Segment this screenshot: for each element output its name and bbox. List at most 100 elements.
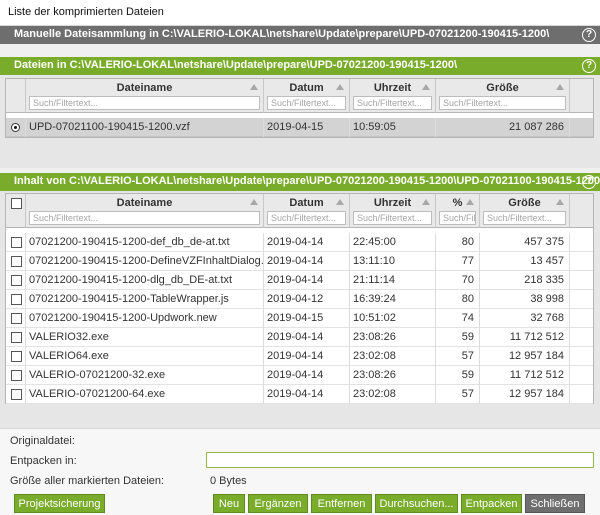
sort-arrow-icon[interactable]: [250, 84, 258, 90]
filter-input-time[interactable]: Such/Filtertext...: [353, 211, 432, 225]
cell-filename: VALERIO32.exe: [26, 328, 264, 347]
cell-percent: 74: [436, 309, 480, 328]
cell-time: 21:11:14: [350, 271, 436, 290]
table-row[interactable]: 07021200-190415-1200-TableWrapper.js 2019…: [6, 290, 593, 309]
table-row[interactable]: UPD-07021100-190415-1200.vzf 2019-04-15 …: [6, 118, 593, 137]
cell-size: 13 457: [480, 252, 570, 271]
sort-arrow-icon[interactable]: [556, 84, 564, 90]
table-row[interactable]: 07021200-190415-1200-def_db_de-at.txt 201…: [6, 233, 593, 252]
bottom-panel: Originaldatei: Entpacken in: Größe aller…: [0, 428, 600, 515]
cell-time: 23:08:26: [350, 366, 436, 385]
row-checkbox[interactable]: [11, 332, 22, 343]
cell-size: 38 998: [480, 290, 570, 309]
cell-date: 2019-04-15: [264, 309, 350, 328]
column-date[interactable]: Datum Such/Filtertext...: [264, 194, 350, 228]
column-filename[interactable]: Dateiname Such/Filtertext...: [26, 194, 264, 228]
cell-date: 2019-04-14: [264, 366, 350, 385]
extract-button[interactable]: Entpacken: [461, 494, 522, 513]
column-date[interactable]: Datum Such/Filtertext...: [264, 79, 350, 113]
select-all-header[interactable]: [6, 194, 26, 228]
cell-filename: 07021200-190415-1200-DefineVZFInhaltDial…: [26, 252, 264, 271]
select-all-checkbox[interactable]: [11, 198, 22, 209]
cell-date: 2019-04-14: [264, 252, 350, 271]
cell-percent: 77: [436, 252, 480, 271]
cell-size: 12 957 184: [480, 347, 570, 366]
row-checkbox[interactable]: [11, 351, 22, 362]
table-row[interactable]: VALERIO32.exe 2019-04-14 23:08:26 59 11 712 …: [6, 328, 593, 347]
cell-time: 13:11:10: [350, 252, 436, 271]
cell-date: 2019-04-14: [264, 328, 350, 347]
column-time[interactable]: Uhrzeit Such/Filtertext...: [350, 194, 436, 228]
filter-input-size[interactable]: Such/Filtertext...: [483, 211, 566, 225]
column-time[interactable]: Uhrzeit Such/Filtertext...: [350, 79, 436, 113]
row-checkbox[interactable]: [11, 275, 22, 286]
table-row[interactable]: VALERIO64.exe 2019-04-14 23:02:08 57 12 957 …: [6, 347, 593, 366]
cell-filename: UPD-07021100-190415-1200.vzf: [26, 118, 264, 137]
extract-to-input[interactable]: [206, 452, 594, 468]
select-column-header: [6, 79, 26, 113]
table-row[interactable]: 07021200-190415-1200-Updwork.new 2019-04-…: [6, 309, 593, 328]
archive-content-table: Dateiname Such/Filtertext... Datum Such/…: [5, 193, 594, 404]
row-checkbox[interactable]: [11, 294, 22, 305]
sort-arrow-icon[interactable]: [422, 199, 430, 205]
help-icon[interactable]: ?: [582, 59, 596, 73]
archive-files-bar: Dateien in C:\VALERIO-LOKAL\netshare\Upd…: [0, 57, 600, 75]
table-row[interactable]: 07021200-190415-1200-dlg_db_DE-at.txt 201…: [6, 271, 593, 290]
manual-collection-title: Manuelle Dateisammlung in C:\VALERIO-LOK…: [14, 28, 550, 40]
remove-button[interactable]: Entfernen: [311, 494, 372, 513]
filter-input-filename[interactable]: Such/Filtertext...: [29, 96, 260, 110]
selected-size-label: Größe aller markierten Dateien:: [10, 475, 165, 487]
row-checkbox[interactable]: [11, 256, 22, 267]
filter-input-time[interactable]: Such/Filtertext...: [353, 96, 432, 110]
sort-arrow-icon[interactable]: [466, 199, 474, 205]
original-file-label: Originaldatei:: [10, 435, 75, 447]
cell-time: 23:02:08: [350, 347, 436, 366]
browse-button[interactable]: Durchsuchen...: [375, 494, 458, 513]
sort-arrow-icon[interactable]: [336, 84, 344, 90]
cell-size: 11 712 512: [480, 328, 570, 347]
sort-arrow-icon[interactable]: [336, 199, 344, 205]
row-checkbox[interactable]: [11, 389, 22, 400]
cell-percent: 80: [436, 290, 480, 309]
column-filename[interactable]: Dateiname Such/Filtertext...: [26, 79, 264, 113]
sort-arrow-icon[interactable]: [422, 84, 430, 90]
row-checkbox[interactable]: [11, 370, 22, 381]
column-size[interactable]: Größe Such/Filtertext...: [436, 79, 570, 113]
filter-input-date[interactable]: Such/Filtertext...: [267, 211, 346, 225]
archive-files-panel: Dateiname Such/Filtertext... Datum Such/…: [0, 75, 600, 168]
row-radio[interactable]: [11, 123, 20, 132]
cell-percent: 57: [436, 347, 480, 366]
column-percent[interactable]: % Such/Filtertext: [436, 194, 480, 228]
table-row[interactable]: VALERIO-07021200-32.exe 2019-04-14 23:08:2…: [6, 366, 593, 385]
cell-size: 21 087 286: [436, 118, 570, 137]
help-icon[interactable]: ?: [582, 28, 596, 42]
cell-filename: VALERIO-07021200-64.exe: [26, 385, 264, 404]
selected-size-value: 0 Bytes: [210, 475, 247, 487]
archive-content-title: Inhalt von C:\VALERIO-LOKAL\netshare\Upd…: [14, 175, 600, 187]
row-checkbox[interactable]: [11, 313, 22, 324]
cell-time: 10:51:02: [350, 309, 436, 328]
sort-arrow-icon[interactable]: [556, 199, 564, 205]
cell-percent: 80: [436, 233, 480, 252]
window-title: Liste der komprimierten Dateien: [0, 0, 600, 26]
header-filler: [570, 79, 593, 113]
filter-input-size[interactable]: Such/Filtertext...: [439, 96, 566, 110]
new-button[interactable]: Neu: [213, 494, 245, 513]
archive-content-bar: Inhalt von C:\VALERIO-LOKAL\netshare\Upd…: [0, 173, 600, 191]
filter-input-date[interactable]: Such/Filtertext...: [267, 96, 346, 110]
table-row[interactable]: VALERIO-07021200-64.exe 2019-04-14 23:02:0…: [6, 385, 593, 404]
column-size[interactable]: Größe Such/Filtertext...: [480, 194, 570, 228]
table-row[interactable]: 07021200-190415-1200-DefineVZFInhaltDial…: [6, 252, 593, 271]
cell-time: 23:08:26: [350, 328, 436, 347]
filter-input-percent[interactable]: Such/Filtertext: [439, 211, 476, 225]
add-button[interactable]: Ergänzen: [248, 494, 308, 513]
row-checkbox[interactable]: [11, 237, 22, 248]
cell-filename: 07021200-190415-1200-dlg_db_DE-at.txt: [26, 271, 264, 290]
cell-date: 2019-04-15: [264, 118, 350, 137]
project-backup-button[interactable]: Projektsicherung: [14, 494, 105, 513]
sort-arrow-icon[interactable]: [250, 199, 258, 205]
filter-input-filename[interactable]: Such/Filtertext...: [29, 211, 260, 225]
close-button[interactable]: Schließen: [525, 494, 585, 513]
cell-size: 12 957 184: [480, 385, 570, 404]
help-icon[interactable]: ?: [582, 175, 596, 189]
